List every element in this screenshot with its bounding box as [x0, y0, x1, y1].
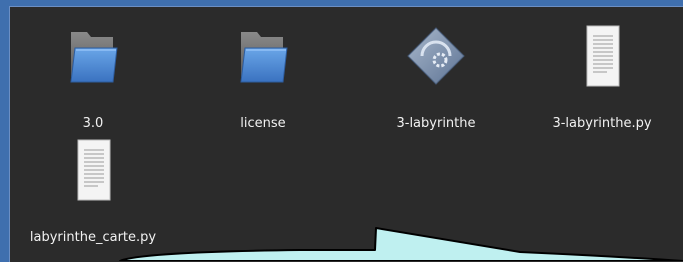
folder-icon — [183, 20, 343, 86]
file-label: license — [240, 116, 286, 131]
file-label: 3-labyrinthe — [396, 116, 476, 131]
text-document-icon — [13, 134, 173, 201]
file-item-3.0[interactable]: 3.0 — [13, 20, 173, 131]
file-item-labyrinthe-carte-py[interactable]: labyrinthe_carte.py — [13, 134, 173, 245]
file-item-3-labyrinthe[interactable]: 3-labyrinthe — [356, 20, 516, 131]
file-label: labyrinthe_carte.py — [29, 230, 157, 245]
executable-icon — [356, 20, 516, 86]
file-manager-window: 3.0 license 3-labyrinthe 3-labyrinthe.py… — [9, 6, 683, 262]
text-document-icon — [522, 20, 682, 87]
file-item-license[interactable]: license — [183, 20, 343, 131]
file-item-3-labyrinthe-py[interactable]: 3-labyrinthe.py — [522, 20, 682, 131]
file-label: 3-labyrinthe.py — [552, 116, 652, 131]
file-label: 3.0 — [82, 116, 104, 131]
folder-icon — [13, 20, 173, 86]
